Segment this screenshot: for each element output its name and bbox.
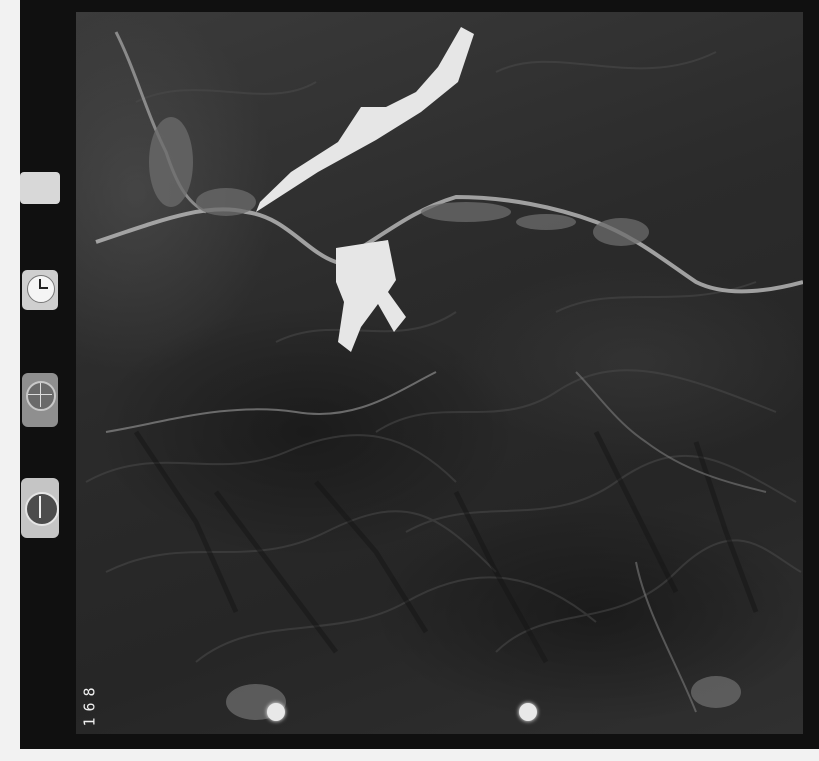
frame-number: 168 bbox=[78, 674, 102, 734]
fiducial-mark-left bbox=[267, 703, 285, 721]
masked-area-center bbox=[336, 240, 406, 352]
data-label-plate bbox=[20, 172, 60, 204]
fiducial-mark-right bbox=[519, 703, 537, 721]
mountain-ridges bbox=[85, 51, 802, 663]
masked-area-north bbox=[256, 27, 474, 212]
frame-number-text: 168 bbox=[81, 681, 99, 727]
clock-icon bbox=[22, 270, 58, 310]
tributary-stream bbox=[105, 371, 437, 433]
town-areas bbox=[149, 117, 741, 720]
data-label-text bbox=[20, 172, 23, 204]
tributary-stream-east bbox=[575, 371, 767, 493]
aerial-photograph: 168 bbox=[76, 12, 803, 734]
terrain-map bbox=[85, 27, 803, 720]
altimeter-icon bbox=[22, 373, 58, 427]
tributary-stream-south bbox=[635, 561, 697, 713]
compass-icon bbox=[21, 478, 59, 538]
ridge-shadows bbox=[133, 430, 759, 664]
